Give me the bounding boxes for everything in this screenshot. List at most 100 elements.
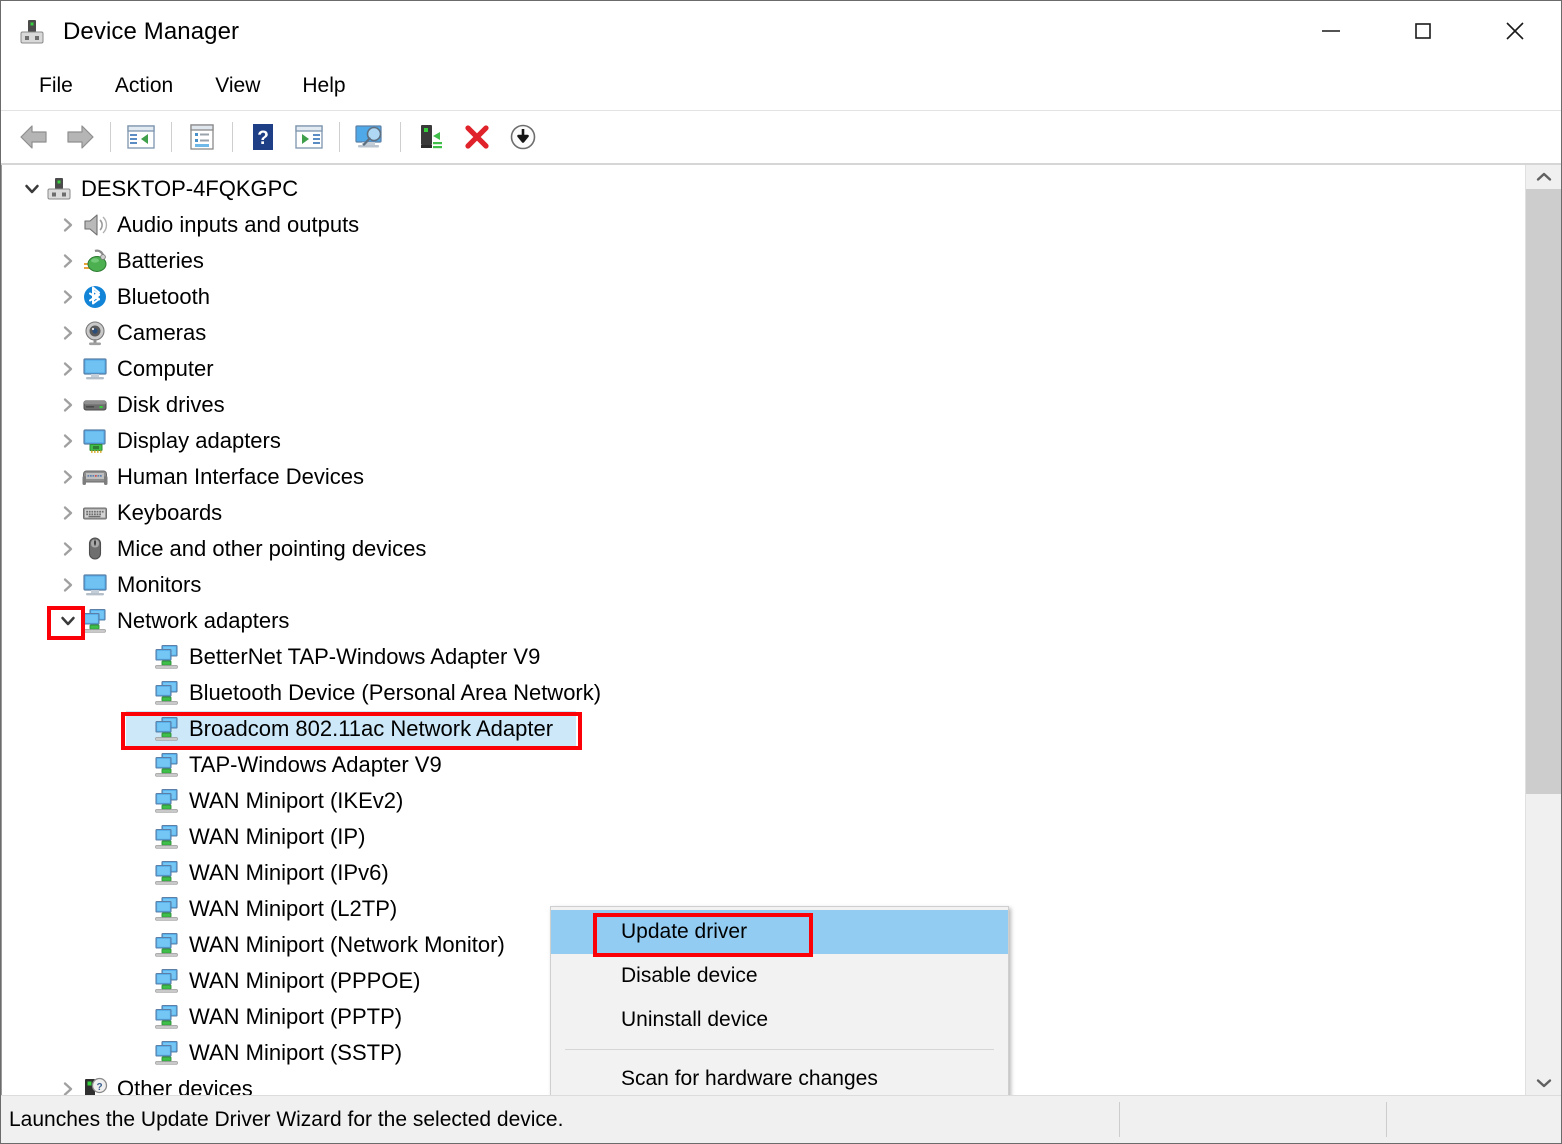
menu-file[interactable]: File	[21, 70, 91, 102]
context-menu[interactable]: Update driver Disable device Uninstall d…	[550, 906, 1009, 1095]
title-bar: Device Manager	[1, 1, 1561, 62]
toolbar-separator	[232, 122, 233, 152]
tree-item-label: Audio inputs and outputs	[117, 214, 359, 236]
uninstall-device-icon[interactable]	[454, 115, 500, 159]
speaker-icon	[82, 212, 108, 238]
tree-item-label: TAP-Windows Adapter V9	[189, 754, 442, 776]
tree-item-label: Cameras	[117, 322, 206, 344]
network-adapter-icon	[154, 968, 180, 994]
chevron-down-icon[interactable]	[18, 175, 46, 203]
chevron-right-icon[interactable]	[54, 1075, 82, 1095]
add-legacy-hardware-icon[interactable]	[500, 115, 546, 159]
twisty-spacer	[126, 859, 154, 887]
window-title: Device Manager	[63, 18, 239, 46]
context-menu-item-disable-device[interactable]: Disable device	[551, 954, 1008, 998]
twisty-spacer	[126, 1039, 154, 1067]
tree-item[interactable]: WAN Miniport (IP)	[2, 819, 1525, 855]
chevron-right-icon[interactable]	[54, 283, 82, 311]
device-manager-window: Device Manager File Action View Help	[0, 0, 1562, 1144]
scrollbar-track[interactable]	[1526, 189, 1561, 1071]
update-driver-icon[interactable]	[286, 115, 332, 159]
network-adapter-icon	[154, 752, 180, 778]
network-adapter-icon	[154, 1004, 180, 1030]
bluetooth-icon	[82, 284, 108, 310]
monitor-icon	[82, 572, 108, 598]
network-adapter-icon	[154, 788, 180, 814]
scan-for-hardware-changes-icon[interactable]	[347, 115, 393, 159]
computer-root-icon	[46, 176, 72, 202]
tree-item[interactable]: Audio inputs and outputs	[2, 207, 1525, 243]
toolbar-separator	[171, 122, 172, 152]
chevron-right-icon[interactable]	[54, 499, 82, 527]
twisty-spacer	[126, 679, 154, 707]
chevron-right-icon[interactable]	[54, 391, 82, 419]
scroll-up-icon[interactable]	[1526, 165, 1561, 189]
tree-item[interactable]: Bluetooth Device (Personal Area Network)	[2, 675, 1525, 711]
tree-item[interactable]: Batteries	[2, 243, 1525, 279]
scroll-down-icon[interactable]	[1526, 1071, 1561, 1095]
twisty-spacer	[126, 643, 154, 671]
tree-item[interactable]: BetterNet TAP-Windows Adapter V9	[2, 639, 1525, 675]
tree-item-label: Monitors	[117, 574, 201, 596]
tree-item-label: WAN Miniport (L2TP)	[189, 898, 397, 920]
tree-item[interactable]: Bluetooth	[2, 279, 1525, 315]
forward-icon[interactable]	[57, 115, 103, 159]
tree-item[interactable]: WAN Miniport (IKEv2)	[2, 783, 1525, 819]
context-menu-separator	[565, 1049, 994, 1050]
tree-item[interactable]: TAP-Windows Adapter V9	[2, 747, 1525, 783]
hid-icon	[82, 464, 108, 490]
tree-item-label: Computer	[117, 358, 214, 380]
tree-item[interactable]: Mice and other pointing devices	[2, 531, 1525, 567]
menu-action[interactable]: Action	[97, 70, 191, 102]
twisty-spacer	[126, 751, 154, 779]
chevron-right-icon[interactable]	[54, 535, 82, 563]
tree-item[interactable]: Computer	[2, 351, 1525, 387]
status-bar-divider	[1119, 1102, 1120, 1137]
device-manager-icon	[17, 17, 47, 47]
tree-item[interactable]: DESKTOP-4FQKGPC	[2, 171, 1525, 207]
help-icon[interactable]: ?	[240, 115, 286, 159]
tree-item[interactable]: Monitors	[2, 567, 1525, 603]
context-menu-item-scan-for-hardware-changes[interactable]: Scan for hardware changes	[551, 1057, 1008, 1095]
tree-item[interactable]: WAN Miniport (IPv6)	[2, 855, 1525, 891]
tree-item[interactable]: Disk drives	[2, 387, 1525, 423]
context-menu-item-uninstall-device[interactable]: Uninstall device	[551, 998, 1008, 1042]
menu-help[interactable]: Help	[284, 70, 363, 102]
minimize-button[interactable]	[1285, 1, 1377, 61]
network-adapter-icon	[154, 860, 180, 886]
chevron-right-icon[interactable]	[54, 571, 82, 599]
tree-item[interactable]: Keyboards	[2, 495, 1525, 531]
mouse-icon	[82, 536, 108, 562]
close-button[interactable]	[1469, 1, 1561, 61]
twisty-spacer	[126, 967, 154, 995]
chevron-right-icon[interactable]	[54, 247, 82, 275]
context-menu-item-update-driver[interactable]: Update driver	[551, 910, 1008, 954]
vertical-scrollbar[interactable]	[1525, 165, 1561, 1095]
tree-item[interactable]: Cameras	[2, 315, 1525, 351]
tree-item-label: Network adapters	[117, 610, 289, 632]
enable-device-icon[interactable]	[408, 115, 454, 159]
status-bar-text: Launches the Update Driver Wizard for th…	[1, 1108, 563, 1132]
tree-item[interactable]: Network adapters	[2, 603, 1525, 639]
chevron-right-icon[interactable]	[54, 211, 82, 239]
tree-item[interactable]: Display adapters	[2, 423, 1525, 459]
display-adapter-icon	[82, 428, 108, 454]
toolbar-separator	[110, 122, 111, 152]
back-icon[interactable]	[11, 115, 57, 159]
scrollbar-thumb[interactable]	[1526, 189, 1561, 794]
tree-item-label: WAN Miniport (IP)	[189, 826, 365, 848]
network-adapter-icon	[154, 932, 180, 958]
tree-item-label: WAN Miniport (IPv6)	[189, 862, 389, 884]
chevron-right-icon[interactable]	[54, 355, 82, 383]
chevron-right-icon[interactable]	[54, 319, 82, 347]
chevron-right-icon[interactable]	[54, 463, 82, 491]
network-adapter-icon	[154, 896, 180, 922]
maximize-button[interactable]	[1377, 1, 1469, 61]
menu-view[interactable]: View	[197, 70, 278, 102]
chevron-down-icon[interactable]	[54, 607, 82, 635]
properties-icon[interactable]	[179, 115, 225, 159]
tree-item-selected[interactable]: Broadcom 802.11ac Network Adapter	[2, 711, 1525, 747]
show-hide-console-tree-icon[interactable]	[118, 115, 164, 159]
chevron-right-icon[interactable]	[54, 427, 82, 455]
tree-item[interactable]: Human Interface Devices	[2, 459, 1525, 495]
